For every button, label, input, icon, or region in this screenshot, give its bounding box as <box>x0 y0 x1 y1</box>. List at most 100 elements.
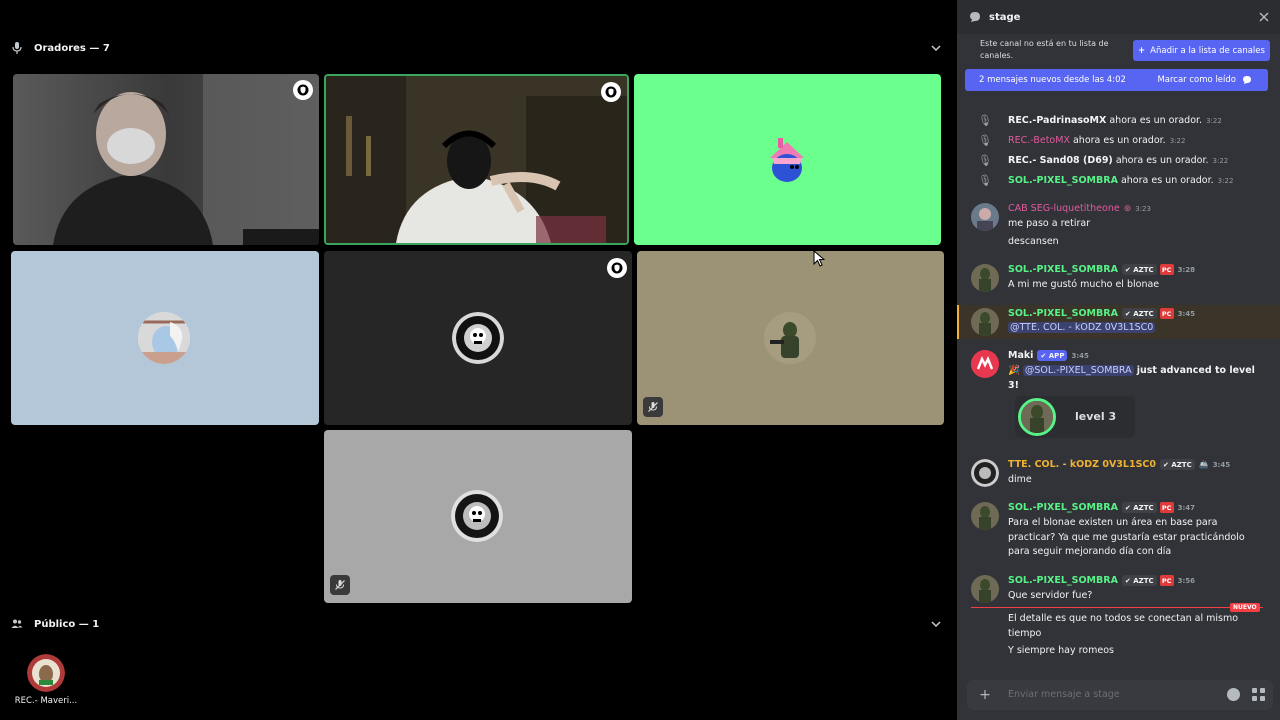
aztc-tag: ✔ AZTC <box>1121 308 1157 319</box>
audience-member[interactable]: REC.- Maveri... <box>10 652 82 712</box>
aztc-tag: ✔ AZTC <box>1121 575 1157 586</box>
close-icon[interactable] <box>1258 11 1270 23</box>
muted-microphone-icon <box>643 397 663 417</box>
pc-badge: PC <box>1159 575 1174 586</box>
system-message: 🎙 REC.- Sand08 (D69) ahora es un orador.… <box>957 150 1280 170</box>
chat-message: SOL.-PIXEL_SOMBRA ✔ AZTC PC 3:47 Para el bl… <box>957 502 1280 562</box>
speaker-tile-5[interactable] <box>324 251 632 425</box>
user-name[interactable]: TTE. COL. - kODZ 0V3L1SC0 <box>1008 459 1156 470</box>
user-name[interactable]: SOL.-PIXEL_SOMBRA <box>1008 308 1118 319</box>
avatar <box>1018 398 1056 436</box>
chat-message: SOL.-PIXEL_SOMBRA ✔ AZTC PC 3:28 A mi me gu… <box>957 264 1280 300</box>
new-messages-text: 2 mensajes nuevos desde las 4:02 <box>979 75 1126 85</box>
mouse-cursor-icon <box>813 250 825 267</box>
message-text: me paso a retirar <box>1008 218 1091 229</box>
level-up-text: just advanced to level <box>1136 365 1255 376</box>
timestamp: 3:22 <box>1206 116 1222 125</box>
avatar[interactable] <box>971 203 999 231</box>
notice-text: Este canal no está en tu lista de canale… <box>980 39 1109 60</box>
speaker-tile-4[interactable] <box>11 251 319 425</box>
rank-icon: 🚢 <box>1198 460 1209 469</box>
chat-message-bot: Maki ✔ APP 3:45 🎉 @SOL.-PIXEL_SOMBRA just … <box>957 350 1280 442</box>
message-text: para seguir mejorando día con día <box>1008 546 1172 557</box>
user-name[interactable]: SOL.-PIXEL_SOMBRA <box>1008 175 1118 186</box>
level-card: level 3 <box>1015 396 1135 438</box>
system-text: ahora es un orador. <box>1072 134 1166 146</box>
speaker-tile-video-1[interactable] <box>13 74 319 245</box>
avatar[interactable] <box>971 502 999 530</box>
user-name[interactable]: REC.-PadrinasoMX <box>1008 115 1106 126</box>
chat-panel: stage Este canal no está en tu lista de … <box>957 0 1280 720</box>
system-text: ahora es un orador. <box>1109 114 1203 126</box>
speakers-section-header[interactable]: Oradores — 7 <box>10 38 110 58</box>
user-name[interactable]: CAB SEG-luquetitheone <box>1008 203 1120 214</box>
moderator-shield-icon <box>293 80 313 100</box>
message-text: Y siempre hay romeos <box>1008 645 1114 656</box>
chat-message-mention: SOL.-PIXEL_SOMBRA ✔ AZTC PC 3:45 @TTE. COL.… <box>957 305 1280 339</box>
message-text: tiempo <box>1008 628 1042 639</box>
timestamp: 3:22 <box>1212 156 1229 165</box>
user-mention[interactable]: @SOL.-PIXEL_SOMBRA <box>1022 365 1134 376</box>
avatar <box>138 312 190 364</box>
user-name[interactable]: SOL.-PIXEL_SOMBRA <box>1008 502 1118 513</box>
avatar[interactable] <box>971 308 999 336</box>
chat-message: TTE. COL. - kODZ 0V3L1SC0 ✔ AZTC 🚢 3:45 dim… <box>957 459 1280 491</box>
microphone-icon <box>10 41 24 55</box>
chat-message: SOL.-PIXEL_SOMBRA ✔ AZTC PC 3:56 Que servid… <box>957 575 1280 665</box>
message-text: Que servidor fue? <box>1008 590 1093 601</box>
message-text: Para el blonae existen un área en base p… <box>1008 517 1218 528</box>
plus-icon: + <box>1138 45 1146 56</box>
level-label: level 3 <box>1075 410 1117 423</box>
message-composer[interactable]: + Enviar mensaje a stage <box>967 680 1273 710</box>
speakers-header-label: Oradores — 7 <box>34 42 110 54</box>
bot-avatar[interactable] <box>971 350 999 378</box>
avatar[interactable] <box>971 459 999 487</box>
add-to-channel-list-button[interactable]: + Añadir a la lista de canales <box>1133 40 1270 61</box>
add-attachment-plus-icon[interactable]: + <box>977 687 993 703</box>
audience-header-label: Público — 1 <box>34 618 100 630</box>
timestamp: 3:23 <box>1135 204 1151 213</box>
user-name[interactable]: REC.-BetoMX <box>1008 135 1070 146</box>
apps-icon[interactable] <box>1252 688 1265 701</box>
message-text: descansen <box>1008 236 1059 247</box>
user-name[interactable]: SOL.-PIXEL_SOMBRA <box>1008 264 1118 275</box>
speaker-tile-video-2[interactable] <box>324 74 629 245</box>
new-messages-bar[interactable]: 2 mensajes nuevos desde las 4:02 Marcar … <box>965 69 1268 91</box>
timestamp: 3:22 <box>1217 176 1234 185</box>
mark-read-label: Marcar como leído <box>1157 75 1236 85</box>
user-name[interactable]: Maki <box>1008 350 1033 361</box>
speaker-join-icon: 🎙 <box>978 173 992 187</box>
party-icon: 🎉 <box>1008 365 1020 376</box>
avatar[interactable] <box>971 575 999 603</box>
pc-badge: PC <box>1159 308 1174 319</box>
message-input[interactable]: Enviar mensaje a stage <box>1008 689 1120 700</box>
avatar <box>762 136 812 186</box>
emoji-icon[interactable] <box>1227 688 1240 701</box>
speaker-tile-6[interactable] <box>637 251 944 425</box>
mark-as-read-button[interactable]: Marcar como leído <box>1157 75 1252 85</box>
collapse-audience-chevron-icon[interactable] <box>929 617 943 631</box>
webcam-video-feed <box>326 76 627 243</box>
new-divider-label: NUEVO <box>1230 603 1260 612</box>
audience-section-header[interactable]: Público — 1 <box>10 614 99 634</box>
level-up-text-2: 3! <box>1008 380 1019 391</box>
mark-read-icon <box>1242 75 1252 85</box>
user-name[interactable]: SOL.-PIXEL_SOMBRA <box>1008 575 1118 586</box>
aztc-tag: ✔ AZTC <box>1121 264 1157 275</box>
speaker-tile-7[interactable] <box>324 430 632 603</box>
pc-badge: PC <box>1159 502 1174 513</box>
speaker-tile-3[interactable] <box>634 74 941 245</box>
stage-area: Oradores — 7 Público — 1 REC.- Maveri... <box>0 0 953 720</box>
muted-microphone-icon <box>330 575 350 595</box>
collapse-speakers-chevron-icon[interactable] <box>929 41 943 55</box>
user-name[interactable]: REC.- Sand08 (D69) <box>1008 155 1113 166</box>
speaker-join-icon: 🎙 <box>978 113 992 127</box>
avatar[interactable] <box>971 264 999 292</box>
system-text: ahora es un orador. <box>1115 154 1209 166</box>
add-button-label: Añadir a la lista de canales <box>1150 45 1265 56</box>
moderator-shield-icon <box>607 258 627 278</box>
system-text: ahora es un orador. <box>1120 174 1214 186</box>
timestamp: 3:45 <box>1071 351 1089 360</box>
avatar <box>27 654 65 692</box>
user-mention[interactable]: @TTE. COL. - kODZ 0V3L1SC0 <box>1008 322 1156 333</box>
